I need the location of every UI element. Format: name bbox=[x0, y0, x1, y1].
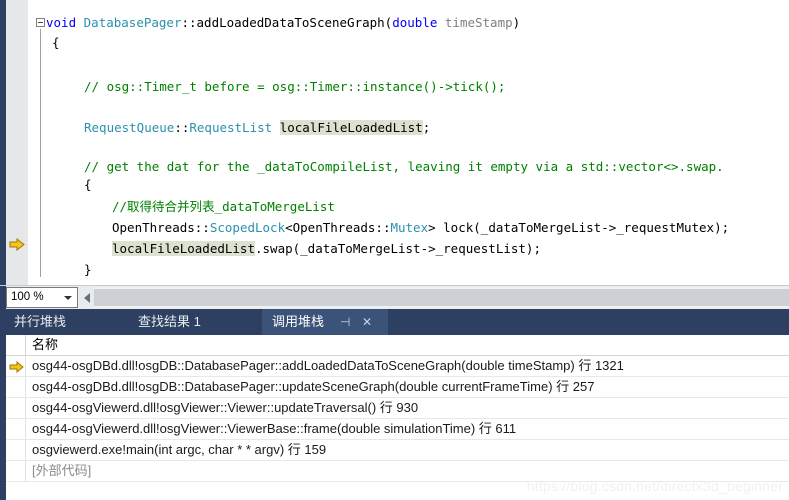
call-stack-row-gutter bbox=[6, 461, 26, 481]
code-token: .swap(_dataToMergeList->_requestList); bbox=[255, 241, 541, 256]
call-stack-row-gutter bbox=[6, 440, 26, 460]
current-frame-arrow-icon bbox=[9, 360, 24, 374]
call-stack-row-label: osgviewerd.exe!main(int argc, char * * a… bbox=[32, 442, 327, 457]
code-token: RequestQueue bbox=[84, 120, 175, 135]
close-icon[interactable]: ✕ bbox=[362, 309, 372, 335]
call-stack-row-label: [外部代码] bbox=[32, 463, 92, 478]
code-token: Mutex bbox=[390, 220, 429, 235]
call-stack-row[interactable]: osg44-osgViewerd.dll!osgViewer::Viewer::… bbox=[6, 398, 789, 419]
column-header-name[interactable]: 名称 bbox=[32, 335, 58, 355]
visual-studio-debugger-window: void DatabasePager::addLoadedDataToScene… bbox=[0, 0, 789, 500]
tool-window-tabstrip: 并行堆栈 查找结果 1 调用堆栈 ⊣ ✕ bbox=[0, 309, 789, 335]
call-stack-row[interactable]: [外部代码] bbox=[6, 461, 789, 482]
code-token: ) bbox=[512, 15, 521, 30]
code-line: // get the dat for the _dataToCompileLis… bbox=[0, 160, 724, 174]
code-token: ::addLoadedDataToSceneGraph( bbox=[181, 15, 393, 30]
call-stack-row-gutter bbox=[6, 419, 26, 439]
scroll-left-arrow-icon[interactable] bbox=[80, 287, 94, 308]
code-line: { bbox=[0, 36, 60, 50]
code-line: localFileLoadedList.swap(_dataToMergeLis… bbox=[0, 241, 541, 256]
code-token: OpenThreads:: bbox=[112, 220, 210, 235]
call-stack-row-label: osg44-osgViewerd.dll!osgViewer::Viewer::… bbox=[32, 400, 419, 415]
call-stack-row-gutter bbox=[6, 398, 26, 418]
code-token: ; bbox=[422, 120, 431, 135]
editor-bottom-strip: 100 % bbox=[0, 285, 789, 309]
code-token: { bbox=[52, 35, 60, 50]
code-token: :: bbox=[174, 120, 190, 135]
tab-1[interactable]: 并行堆栈 bbox=[4, 309, 76, 335]
horizontal-scrollbar-thumb[interactable] bbox=[94, 289, 789, 306]
call-stack-row[interactable]: osgviewerd.exe!main(int argc, char * * a… bbox=[6, 440, 789, 461]
call-stack-row[interactable]: osg44-osgDBd.dll!osgDB::DatabasePager::a… bbox=[6, 356, 789, 377]
zoom-level-value: 100 % bbox=[11, 291, 44, 303]
editor-horizontal-scrollbar[interactable] bbox=[80, 287, 789, 308]
code-token: <OpenThreads:: bbox=[285, 220, 391, 235]
code-token: ScopedLock bbox=[209, 220, 286, 235]
call-stack-row-gutter bbox=[6, 377, 26, 397]
call-stack-header-row: 名称 bbox=[6, 335, 789, 356]
code-line: //取得待合并列表_dataToMergeList bbox=[0, 200, 335, 214]
call-stack-row-label: osg44-osgDBd.dll!osgDB::DatabasePager::a… bbox=[32, 358, 624, 373]
call-stack-row-gutter bbox=[6, 356, 26, 376]
code-token: double bbox=[392, 15, 438, 30]
call-stack-row[interactable]: osg44-osgDBd.dll!osgDB::DatabasePager::u… bbox=[6, 377, 789, 398]
code-line: { bbox=[0, 178, 92, 192]
code-token: //取得待合并列表_dataToMergeList bbox=[112, 199, 335, 214]
code-line: void DatabasePager::addLoadedDataToScene… bbox=[0, 16, 520, 30]
call-stack-row[interactable]: osg44-osgViewerd.dll!osgViewer::ViewerBa… bbox=[6, 419, 789, 440]
code-token: RequestList bbox=[189, 120, 273, 135]
call-stack-row-label: osg44-osgDBd.dll!osgDB::DatabasePager::u… bbox=[32, 379, 595, 394]
code-token: localFileLoadedList bbox=[112, 241, 255, 256]
code-token: // osg::Timer_t before = osg::Timer::ins… bbox=[84, 79, 506, 94]
code-line: RequestQueue::RequestList localFileLoade… bbox=[0, 120, 431, 135]
code-text-layer: void DatabasePager::addLoadedDataToScene… bbox=[0, 0, 789, 285]
code-token: } bbox=[84, 262, 92, 277]
code-line: } bbox=[0, 263, 92, 277]
code-token: // get the dat for the _dataToCompileLis… bbox=[84, 159, 724, 174]
call-stack-header-gutter bbox=[6, 335, 26, 355]
zoom-level-dropdown[interactable]: 100 % bbox=[6, 287, 78, 308]
tab-2[interactable]: 查找结果 1 bbox=[128, 309, 211, 335]
code-line: // osg::Timer_t before = osg::Timer::ins… bbox=[0, 80, 505, 94]
chevron-down-icon bbox=[64, 296, 72, 300]
code-token: timeStamp bbox=[444, 15, 513, 30]
call-stack-panel[interactable]: 名称 osg44-osgDBd.dll!osgDB::DatabasePager… bbox=[0, 335, 789, 500]
call-stack-row-label: osg44-osgViewerd.dll!osgViewer::ViewerBa… bbox=[32, 421, 517, 436]
code-token: { bbox=[84, 177, 92, 192]
code-line: OpenThreads::ScopedLock<OpenThreads::Mut… bbox=[0, 221, 729, 235]
code-token: > lock(_dataToMergeList->_requestMutex); bbox=[428, 220, 730, 235]
code-token: DatabasePager bbox=[83, 15, 182, 30]
code-editor[interactable]: void DatabasePager::addLoadedDataToScene… bbox=[0, 0, 789, 285]
pin-icon[interactable]: ⊣ bbox=[340, 309, 350, 335]
code-token: void bbox=[46, 15, 77, 30]
code-token: localFileLoadedList bbox=[279, 120, 423, 135]
